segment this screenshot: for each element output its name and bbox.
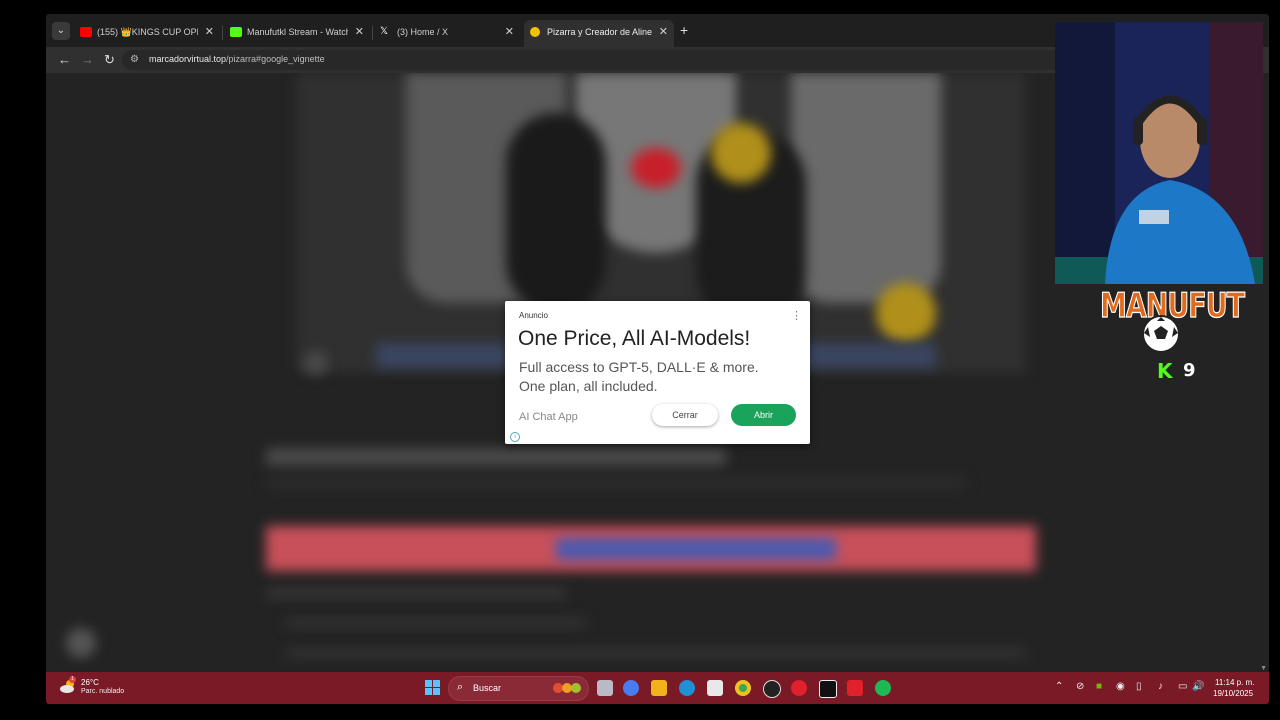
microphone-icon[interactable]: ♪ [1158, 681, 1163, 693]
more-options-icon[interactable]: ⋮ [791, 309, 802, 322]
floating-button-blur [66, 628, 96, 658]
tab-search-icon[interactable]: ⌄ [52, 22, 70, 40]
close-icon[interactable]: ✕ [659, 20, 668, 44]
tab-title: Pizarra y Creador de Alineación [547, 27, 652, 37]
capcut-icon[interactable] [819, 680, 837, 698]
close-icon[interactable]: ✕ [505, 20, 514, 44]
player-marker [876, 283, 936, 343]
edge-icon[interactable] [679, 680, 695, 696]
clock-date[interactable]: 19/10/2025 [1213, 689, 1253, 698]
ad-dialog: Anuncio ⋮ One Price, All AI-Models! Full… [505, 301, 810, 444]
close-ad-button[interactable]: Cerrar [652, 404, 718, 426]
clock-time[interactable]: 11:14 p. m. [1215, 678, 1254, 687]
taskbar-search[interactable]: ⌕ Buscar [448, 676, 589, 701]
ad-info-icon[interactable]: i [510, 432, 520, 442]
volume-icon[interactable]: 🔊 [1192, 681, 1204, 693]
ad-advertiser[interactable]: AI Chat App [519, 411, 578, 423]
url-text: marcadorvirtual.top/pizarra#google_vigne… [149, 54, 325, 64]
forward-icon[interactable]: → [81, 52, 94, 68]
streamer-webcam-image [1055, 22, 1263, 284]
youtube-icon[interactable] [847, 680, 863, 696]
chrome-icon[interactable] [735, 680, 751, 696]
nvidia-icon[interactable]: ■ [1096, 681, 1102, 693]
url-path: /pizarra#google_vignette [226, 54, 325, 64]
back-icon[interactable]: ← [58, 52, 71, 68]
close-icon[interactable]: ✕ [205, 20, 214, 44]
search-highlight-icon [553, 683, 581, 693]
tab-pizarra[interactable]: Pizarra y Creador de Alineación ✕ [524, 20, 674, 47]
text-blur [286, 618, 586, 628]
ad-label: Anuncio [519, 311, 548, 320]
tab-separator [372, 26, 373, 40]
usb-icon[interactable]: ▯ [1136, 681, 1142, 693]
weather-condition[interactable]: Parc. nublado [81, 688, 124, 695]
text-blur [266, 588, 566, 598]
ad-body-line: One plan, all included. [519, 378, 658, 394]
network-tray-icon[interactable]: ◉ [1116, 681, 1125, 693]
url-host: marcadorvirtual.top [149, 54, 227, 64]
address-bar[interactable]: ⚙ marcadorvirtual.top/pizarra#google_vig… [122, 50, 1122, 70]
obs-icon[interactable] [763, 680, 781, 698]
show-hidden-icons[interactable]: ⌃ [1055, 681, 1063, 693]
kick-icon: K [1157, 359, 1173, 383]
tab-youtube[interactable]: (155) 👑KINGS CUP OPENBANK ✕ [74, 20, 220, 47]
close-icon[interactable]: ✕ [355, 20, 364, 44]
banner-button-blur [556, 538, 836, 560]
open-ad-button[interactable]: Abrir [731, 404, 796, 426]
manufut-logo: MANUFUT [1100, 286, 1246, 353]
ad-body-line: Full access to GPT-5, DALL·E & more. [519, 359, 759, 375]
spotify-icon[interactable] [875, 680, 891, 696]
kick-count: 9 [1183, 360, 1196, 381]
weather-temperature[interactable]: 26°C [81, 678, 99, 687]
ball-icon [530, 27, 540, 37]
player-marker [711, 123, 771, 183]
windows-start-icon[interactable] [425, 680, 440, 695]
tab-title: Manufutkl Stream - Watch Live [247, 27, 348, 37]
tab-kick[interactable]: Manufutkl Stream - Watch Live ✕ [224, 20, 370, 47]
ad-headline[interactable]: One Price, All AI-Models! [518, 327, 750, 351]
reload-icon[interactable]: ↻ [104, 52, 115, 68]
camera-off-icon[interactable]: ⊘ [1076, 681, 1084, 693]
webcam-overlay [1055, 22, 1263, 284]
store-icon[interactable] [707, 680, 723, 696]
tab-title: (3) Home / X [397, 27, 449, 37]
task-view-icon[interactable] [597, 680, 613, 696]
notification-badge: 1 [69, 676, 76, 683]
board-shape [506, 113, 606, 313]
tab-x[interactable]: 𝕏 (3) Home / X ✕ [374, 20, 520, 47]
windows-taskbar: 1 26°C Parc. nublado ⌕ Buscar ⌃ ⊘ ■ ◉ ▯ … [46, 672, 1269, 704]
youtube-icon [80, 27, 92, 37]
tab-title: (155) 👑KINGS CUP OPENBANK [97, 27, 198, 37]
file-explorer-icon[interactable] [651, 680, 667, 696]
kick-icon [230, 27, 242, 37]
text-blur [286, 648, 1026, 658]
monitor-icon[interactable]: ▭ [1178, 681, 1187, 693]
new-tab-button[interactable]: + [680, 23, 688, 37]
heading-blur [266, 448, 726, 466]
search-icon: ⌕ [457, 681, 464, 693]
ad-body: Full access to GPT-5, DALL·E & more. One… [519, 358, 789, 396]
youtube-music-icon[interactable] [791, 680, 807, 696]
control-blur [304, 351, 328, 375]
x-icon: 𝕏 [380, 26, 389, 37]
site-settings-icon[interactable]: ⚙ [130, 54, 142, 66]
soccer-ball-icon [1142, 315, 1180, 353]
board-shape [791, 73, 941, 303]
search-label: Buscar [473, 683, 502, 693]
copilot-icon[interactable] [623, 680, 639, 696]
player-marker [631, 148, 681, 188]
text-blur [266, 478, 966, 488]
scroll-down-icon[interactable]: ▼ [1260, 665, 1267, 672]
tab-separator [222, 26, 223, 40]
